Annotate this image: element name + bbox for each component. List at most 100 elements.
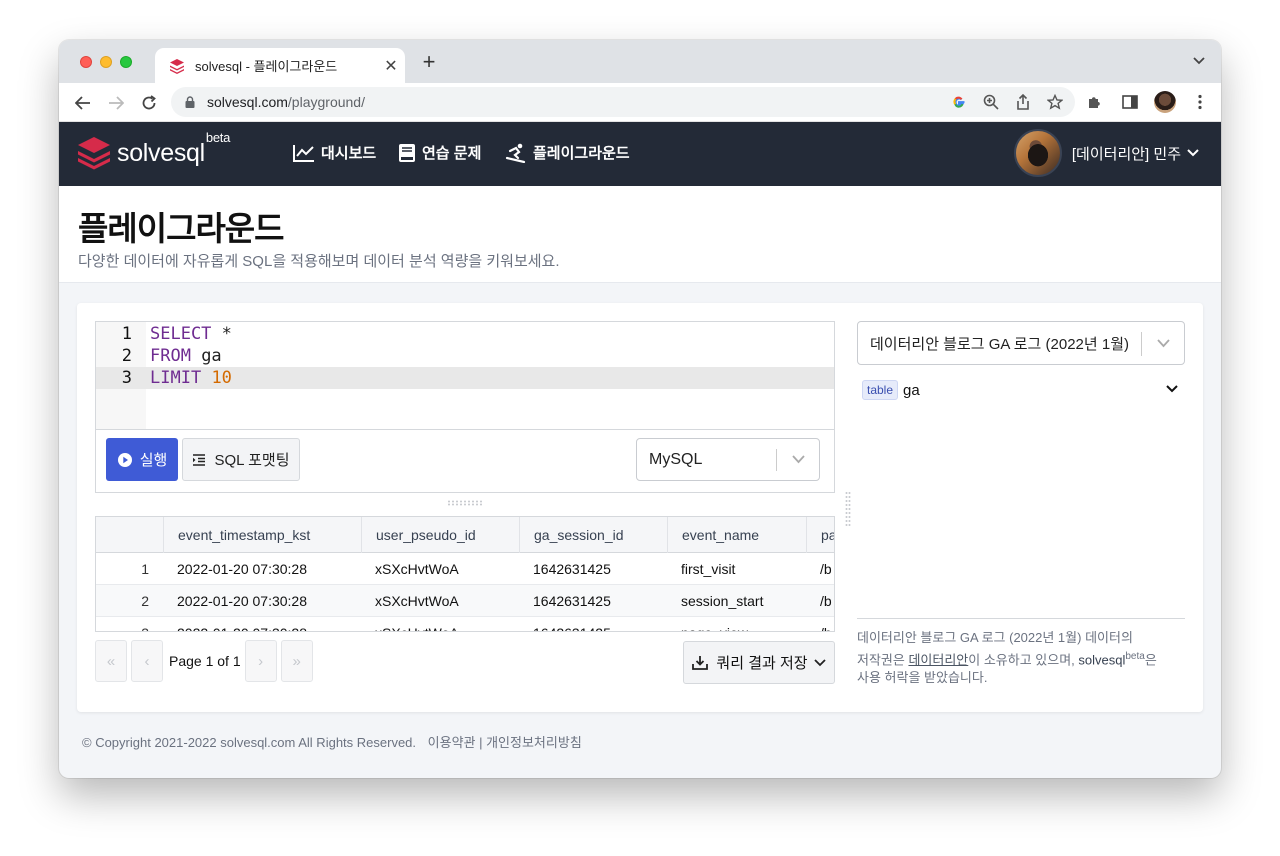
address-bar[interactable]: solvesql.com/playground/ (171, 87, 1075, 117)
table-cell: 1642631425 (533, 593, 611, 609)
next-page-icon[interactable]: › (244, 640, 277, 682)
table-cell: 2022-01-20 07:30:28 (163, 617, 307, 631)
column-header[interactable]: ga_session_id (519, 517, 667, 553)
table-badge: table (862, 380, 899, 400)
table-cell: first_visit (681, 561, 736, 577)
tab-strip: solvesql - 플레이그라운드 ✕ + (59, 40, 1221, 83)
page-hero: 플레이그라운드 다양한 데이터에 자유롭게 SQL을 적용해보며 데이터 분석 … (59, 186, 1221, 283)
first-page-icon[interactable]: « (95, 640, 127, 682)
column-header[interactable]: event_name (667, 517, 806, 553)
table-cell: xSXcHvtWoA (361, 617, 459, 631)
nav-dashboard[interactable]: 대시보드 (293, 142, 376, 163)
row-index: 1 (141, 561, 149, 577)
column-header[interactable]: pa (806, 517, 834, 553)
table-cell: session_start (681, 593, 764, 609)
row-index: 2 (141, 593, 149, 609)
footer-links[interactable]: 이용약관 | 개인정보처리방침 (428, 735, 582, 750)
sql-editor[interactable]: 1 SELECT * 2 FROM ga 3 LIMIT 10 (95, 321, 835, 430)
reload-icon[interactable] (137, 91, 161, 115)
profile-avatar[interactable] (1154, 91, 1176, 113)
bookmark-star-icon[interactable] (1045, 92, 1065, 112)
table-cell: page_view (667, 617, 748, 631)
new-tab-button[interactable]: + (417, 50, 441, 74)
results-table[interactable]: event_timestamp_kst user_pseudo_id ga_se… (95, 516, 835, 632)
save-results-button[interactable]: 쿼리 결과 저장 (683, 641, 835, 684)
page-title: 플레이그라운드 (78, 210, 285, 247)
row-index: 3 (96, 617, 163, 631)
nav-playground[interactable]: 플레이그라운드 (505, 142, 630, 163)
play-circle-icon (117, 452, 132, 467)
editor-toolbar: 실행 SQL 포맷팅 MySQL (95, 430, 835, 493)
page-subtitle: 다양한 데이터에 자유롭게 SQL을 적용해보며 데이터 분석 역량을 키워보세… (78, 253, 560, 270)
chevron-down-icon (792, 452, 805, 467)
column-header[interactable]: user_pseudo_id (361, 517, 519, 553)
table-name: ga (903, 381, 920, 399)
site-header: solvesqlbeta 대시보드 연습 문제 플레이그라운드 [데이터리안] … (59, 122, 1221, 186)
copyright-text: © Copyright 2021-2022 solvesql.com All R… (82, 735, 417, 750)
minimize-window-button[interactable] (100, 56, 112, 68)
indent-icon (193, 453, 206, 466)
table-cell: /b (820, 561, 832, 577)
table-cell: 2022-01-20 07:30:28 (177, 561, 307, 577)
share-icon[interactable] (1013, 92, 1033, 112)
table-cell: 1642631425 (519, 617, 611, 631)
dataset-select[interactable]: 데이터리안 블로그 GA 로그 (2022년 1월) (857, 321, 1185, 365)
column-header[interactable]: event_timestamp_kst (163, 517, 361, 553)
user-menu[interactable]: [데이터리안] 민주 (1013, 129, 1199, 177)
divider (857, 618, 1185, 619)
table-row: 1 2022-01-20 07:30:28 xSXcHvtWoA 1642631… (96, 553, 834, 585)
browser-toolbar: solvesql.com/playground/ (59, 83, 1221, 122)
download-icon (692, 656, 709, 670)
book-icon (399, 143, 415, 162)
tab-search-chevron-icon[interactable] (1193, 54, 1205, 68)
chevron-down-icon (1157, 336, 1170, 351)
table-cell: xSXcHvtWoA (375, 593, 459, 609)
close-window-button[interactable] (80, 56, 92, 68)
datarian-link[interactable]: 데이터리안 (908, 652, 968, 667)
last-page-icon[interactable]: » (280, 640, 313, 682)
extensions-puzzle-icon[interactable] (1084, 91, 1106, 113)
url-text: solvesql.com/playground/ (207, 94, 365, 110)
table-cell: xSXcHvtWoA (375, 561, 459, 577)
logo-stack-icon (78, 137, 110, 170)
table-row: 3 2022-01-20 07:30:28 xSXcHvtWoA 1642631… (96, 617, 834, 631)
back-icon[interactable] (71, 91, 95, 115)
snowboard-icon (505, 143, 526, 163)
logo-text: solvesqlbeta (117, 130, 231, 167)
user-avatar (1013, 129, 1062, 177)
table-cell: /b (820, 593, 832, 609)
prev-page-icon[interactable]: ‹ (131, 640, 163, 682)
solvesql-favicon-icon (170, 58, 184, 74)
database-select[interactable]: MySQL (636, 438, 820, 481)
dataset-select-value: 데이터리안 블로그 GA 로그 (2022년 1월) (870, 335, 1129, 353)
maximize-window-button[interactable] (120, 56, 132, 68)
tab-close-icon[interactable]: ✕ (377, 56, 405, 76)
resize-handle-horizontal[interactable] (447, 500, 483, 506)
page-indicator: Page 1 of 1 (169, 653, 241, 669)
zoom-icon[interactable] (981, 92, 1001, 112)
tab-title: solvesql - 플레이그라운드 (195, 59, 338, 74)
chevron-down-icon[interactable] (1166, 381, 1178, 396)
resize-handle-vertical[interactable] (845, 491, 851, 527)
playground-card: 1 SELECT * 2 FROM ga 3 LIMIT 10 실행 SQL 포… (77, 303, 1203, 712)
google-icon[interactable] (949, 92, 969, 112)
footer: © Copyright 2021-2022 solvesql.com All R… (82, 732, 582, 751)
dataset-attribution: 데이터리안 블로그 GA 로그 (2022년 1월) 데이터의 저작권은 데이터… (857, 630, 1157, 686)
nav-practice[interactable]: 연습 문제 (398, 142, 481, 163)
nav-playground-label: 플레이그라운드 (533, 145, 630, 162)
table-cell: /b (806, 617, 832, 631)
run-button[interactable]: 실행 (106, 438, 178, 481)
table-cell: 1642631425 (533, 561, 611, 577)
side-panel-icon[interactable] (1119, 91, 1141, 113)
chart-line-icon (293, 144, 314, 162)
browser-menu-icon[interactable] (1189, 91, 1211, 113)
sql-format-button[interactable]: SQL 포맷팅 (182, 438, 300, 481)
code-line-active: 3 LIMIT 10 (96, 367, 834, 389)
table-cell: 2022-01-20 07:30:28 (177, 593, 307, 609)
forward-icon[interactable] (104, 91, 128, 115)
nav-practice-label: 연습 문제 (422, 145, 482, 162)
schema-table-item[interactable]: table ga (862, 379, 1182, 401)
site-logo[interactable]: solvesqlbeta (77, 130, 231, 170)
chevron-down-icon (813, 658, 826, 666)
browser-tab[interactable]: solvesql - 플레이그라운드 ✕ (155, 48, 405, 83)
